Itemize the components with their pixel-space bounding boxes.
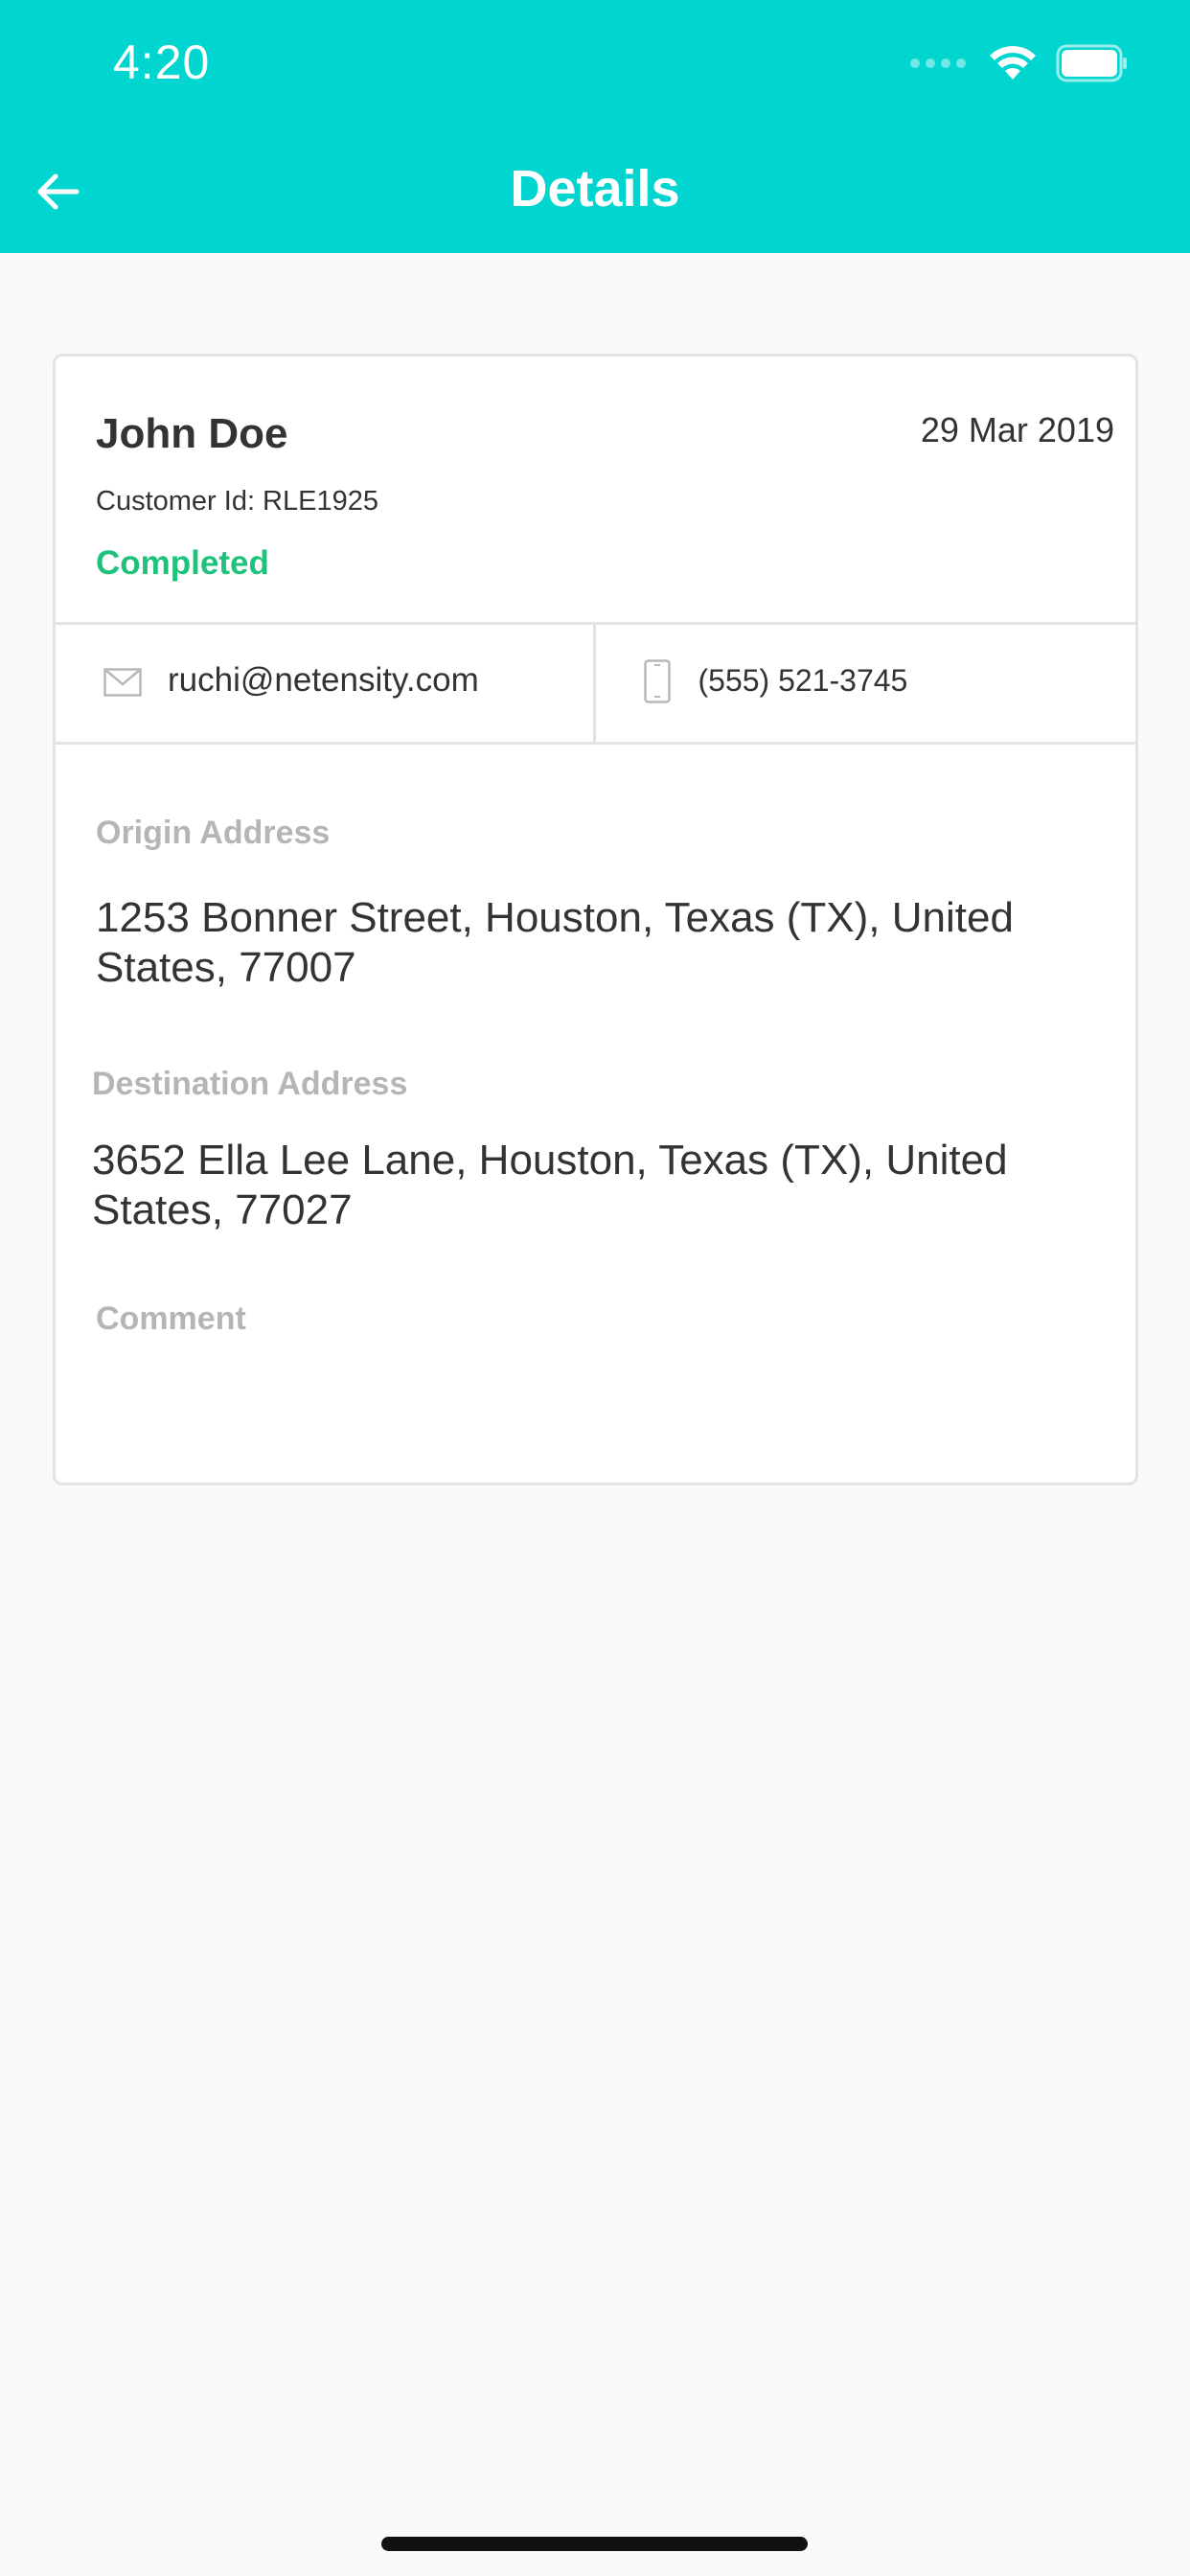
destination-address-label: Destination Address (92, 1066, 408, 1102)
customer-id: Customer Id: RLE1925 (96, 486, 378, 517)
order-date: 29 Mar 2019 (920, 410, 1114, 449)
contact-row: ruchi@netensity.com (555) 521-3745 (56, 625, 1135, 745)
destination-address-value: 3652 Ella Lee Lane, Houston, Texas (TX),… (92, 1137, 1008, 1233)
status-badge: Completed (96, 544, 269, 582)
status-time: 4:20 (113, 35, 211, 89)
origin-address-label: Origin Address (96, 815, 331, 851)
cellular-signal-icon (910, 58, 972, 68)
details-screen: 4:20 Details John Doe 29 Mar 2019 Custom… (0, 0, 1190, 2576)
status-icons (910, 44, 1129, 82)
origin-address-value: 1253 Bonner Street, Houston, Texas (TX),… (96, 894, 1014, 991)
phone-link[interactable]: (555) 521-3745 (698, 663, 908, 699)
page-title: Details (510, 160, 680, 218)
battery-icon (1056, 44, 1127, 82)
app-header: 4:20 Details (0, 0, 1190, 253)
phone-icon (643, 659, 671, 703)
comment-label: Comment (96, 1300, 246, 1337)
phone-cell[interactable]: (555) 521-3745 (596, 625, 1136, 742)
email-cell[interactable]: ruchi@netensity.com (56, 625, 596, 742)
details-card: John Doe 29 Mar 2019 Customer Id: RLE192… (53, 354, 1138, 1485)
customer-summary: John Doe 29 Mar 2019 Customer Id: RLE192… (56, 356, 1135, 625)
home-indicator[interactable] (381, 2537, 808, 2551)
email-link[interactable]: ruchi@netensity.com (168, 661, 479, 700)
customer-name: John Doe (96, 410, 288, 457)
wifi-icon (990, 46, 1036, 80)
mail-icon (103, 668, 142, 697)
